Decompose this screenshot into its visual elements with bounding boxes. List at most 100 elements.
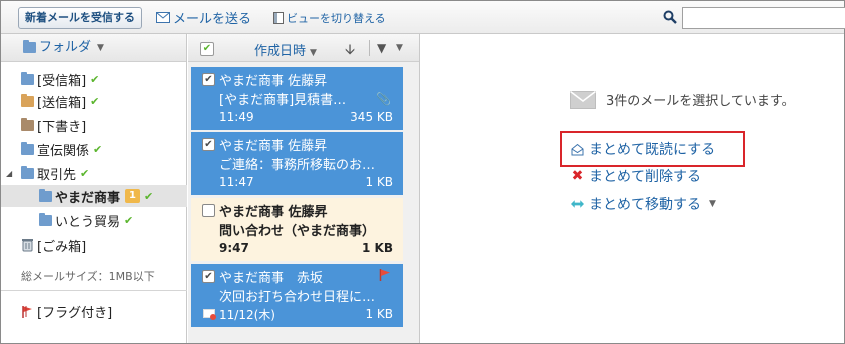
folder-icon: [39, 212, 52, 226]
mail-sender: やまだ商事 赤坂: [219, 271, 324, 286]
folder-label: いとう貿易: [55, 214, 121, 230]
check-icon: ✔: [93, 142, 103, 156]
mail-time: 9:47: [219, 241, 249, 255]
collapse-triangle-icon[interactable]: ◢: [6, 169, 12, 178]
mail-sender: やまだ商事 佐藤昇: [219, 74, 328, 89]
envelope-icon: [570, 90, 596, 109]
move-label: まとめて移動する: [589, 197, 701, 213]
reply-mail-icon: [203, 308, 216, 320]
chevron-down-icon: ▼: [310, 48, 317, 58]
mail-checkbox[interactable]: ✔: [202, 138, 215, 151]
folder-label: 取引先: [37, 167, 77, 183]
highlight-box: [560, 131, 745, 167]
send-mail-label: メールを送る: [173, 12, 252, 27]
folder-item-promotions[interactable]: 宣伝関係 ✔: [1, 138, 187, 160]
folder-icon: [21, 71, 34, 85]
delete-action[interactable]: ✖ まとめて削除する: [571, 166, 701, 186]
attachment-icon: 📎: [376, 92, 391, 106]
folder-item-drafts[interactable]: [下書き]: [1, 114, 187, 136]
mail-size: 1 KB: [365, 307, 393, 321]
folder-icon: [21, 117, 34, 131]
folder-item-inbox[interactable]: [受信箱] ✔: [1, 68, 187, 90]
folder-item-outbox[interactable]: [送信箱] ✔: [1, 90, 187, 112]
mail-row[interactable]: ✔ やまだ商事 佐藤昇 ご連絡：事務所移転のお… 11:47 1 KB: [191, 132, 403, 195]
switch-view-link[interactable]: ビューを切り替える: [273, 10, 386, 26]
mail-size-info: 総メールサイズ：1MB以下: [21, 270, 155, 283]
selection-message: 3件のメールを選択しています。: [606, 94, 795, 109]
folder-icon: [39, 188, 52, 202]
flag-icon[interactable]: [379, 269, 391, 281]
view-icon: [273, 12, 284, 24]
folder-item-ito[interactable]: いとう貿易 ✔: [1, 209, 187, 231]
mail-time: 11:47: [219, 175, 254, 189]
select-all-checkbox[interactable]: ✔: [200, 42, 214, 56]
scrollbar[interactable]: [404, 64, 418, 343]
mail-checkbox[interactable]: [202, 204, 215, 217]
selection-status: 3件のメールを選択しています。: [570, 90, 795, 109]
chevron-down-icon: ▼: [97, 42, 104, 53]
detail-pane: 3件のメールを選択しています。 まとめて既読にする ✖ まとめて削除する まとめ…: [421, 34, 844, 343]
mail-size: 1 KB: [362, 241, 393, 255]
mail-subject: ご連絡：事務所移転のお…: [219, 158, 376, 173]
folder-label: 宣伝関係: [37, 143, 90, 159]
sort-descending-icon[interactable]: 🡫: [345, 39, 355, 63]
folder-item-clients[interactable]: ◢ 取引先 ✔: [1, 162, 187, 184]
mail-subject: 問い合わせ（やまだ商事）: [219, 224, 376, 239]
unread-count-badge: 1: [125, 189, 140, 203]
search-icon[interactable]: [663, 10, 677, 24]
mail-subject: 次回お打ち合わせ日程に…: [219, 290, 376, 305]
mail-sender: やまだ商事 佐藤昇: [219, 205, 328, 220]
check-icon: ✔: [124, 213, 134, 227]
search-input[interactable]: [682, 7, 845, 29]
flag-icon: [22, 306, 32, 318]
send-mail-link[interactable]: メールを送る: [156, 8, 251, 27]
mail-subject: [やまだ商事]見積書…: [219, 93, 347, 108]
mail-time: 11/12(木): [219, 307, 275, 322]
trash-icon: [22, 239, 33, 252]
sort-label: 作成日時: [254, 44, 307, 59]
mail-row[interactable]: ✔ やまだ商事 赤坂 次回お打ち合わせ日程に… 11/12(木) 1 KB: [191, 264, 403, 327]
move-arrows-icon: [571, 200, 584, 208]
mail-size: 1 KB: [365, 175, 393, 189]
chevron-down-icon[interactable]: ▼: [396, 43, 403, 53]
mail-row[interactable]: やまだ商事 佐藤昇 問い合わせ（やまだ商事） 9:47 1 KB: [191, 198, 403, 261]
folder-label: やまだ商事: [55, 190, 121, 206]
folder-header[interactable]: フォルダ ▼: [1, 34, 186, 62]
envelope-icon: [156, 12, 170, 23]
mail-list-pane: ✔ 作成日時 ▼ 🡫 ▼ ▼ ✔ やまだ商事 佐藤昇 [やまだ商事]見積書… 11:…: [188, 34, 420, 343]
folder-icon: [21, 141, 34, 155]
delete-x-icon: ✖: [571, 168, 584, 184]
flagged-label: [フラグ付き]: [37, 306, 113, 321]
mail-checkbox[interactable]: ✔: [202, 270, 215, 283]
receive-mail-button[interactable]: 新着メールを受信する: [18, 7, 142, 29]
filter-icon[interactable]: ▼: [377, 41, 386, 55]
folder-label: [ごみ箱]: [37, 239, 87, 255]
mail-time: 11:49: [219, 110, 254, 124]
folder-item-yamada[interactable]: やまだ商事 1 ✔: [1, 185, 187, 207]
check-icon: ✔: [143, 189, 154, 203]
folder-icon: [21, 93, 34, 107]
check-icon: ✔: [90, 94, 100, 108]
mail-size: 345 KB: [350, 110, 393, 124]
chevron-down-icon[interactable]: ▼: [709, 199, 716, 209]
switch-view-label: ビューを切り替える: [287, 12, 386, 25]
move-action[interactable]: まとめて移動する ▼: [571, 194, 716, 214]
mail-checkbox[interactable]: ✔: [202, 73, 215, 86]
folder-icon: [23, 40, 36, 53]
folder-pane: フォルダ ▼ [受信箱] ✔ [送信箱] ✔ [下書き] 宣伝関係 ✔ ◢ 取引…: [1, 34, 187, 343]
folder-header-label: フォルダ: [39, 39, 92, 55]
delete-label: まとめて削除する: [589, 169, 701, 185]
folder-item-trash[interactable]: [ごみ箱]: [1, 234, 187, 256]
check-icon: ✔: [80, 166, 90, 180]
check-icon: ✔: [90, 72, 100, 86]
folder-item-flagged[interactable]: [フラグ付き]: [21, 302, 112, 321]
mail-row[interactable]: ✔ やまだ商事 佐藤昇 [やまだ商事]見積書… 11:49 345 KB 📎: [191, 67, 403, 130]
folder-label: [送信箱]: [37, 95, 87, 111]
folder-label: [受信箱]: [37, 73, 87, 89]
mail-sender: やまだ商事 佐藤昇: [219, 139, 328, 154]
mail-list-header: ✔ 作成日時 ▼ 🡫 ▼ ▼: [188, 34, 419, 62]
folder-label: [下書き]: [37, 119, 87, 135]
divider: [369, 40, 370, 56]
divider: [1, 290, 187, 291]
sort-dropdown[interactable]: 作成日時 ▼: [254, 40, 317, 59]
